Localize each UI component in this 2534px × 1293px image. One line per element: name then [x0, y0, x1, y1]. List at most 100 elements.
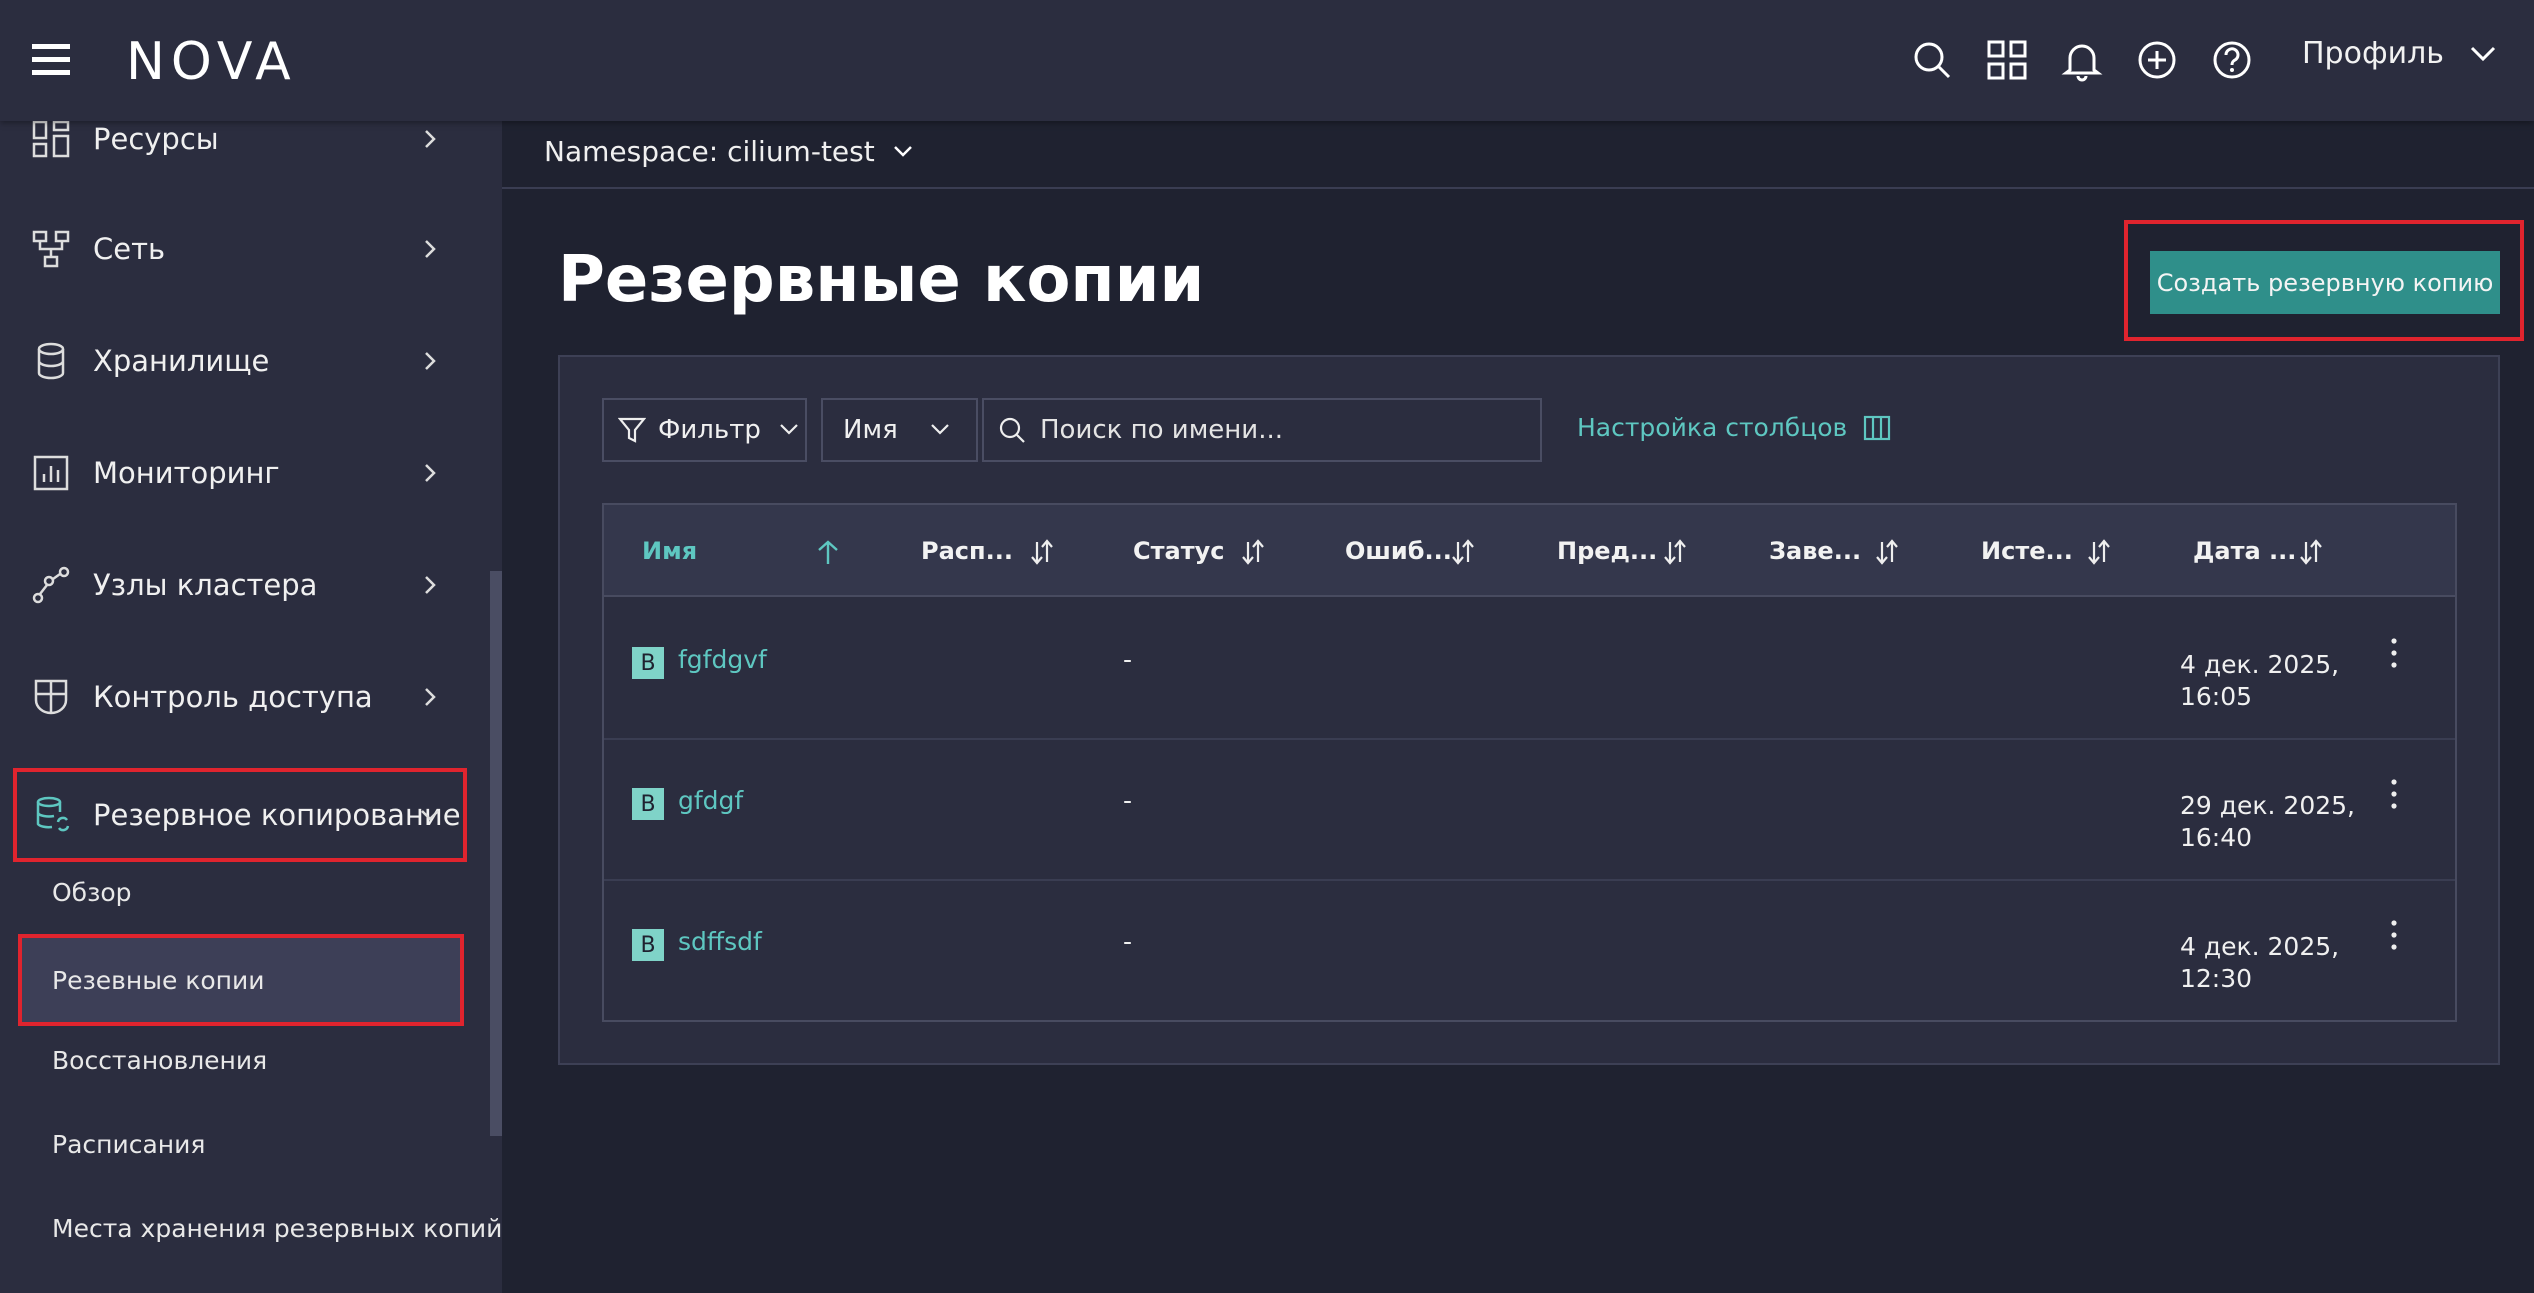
backup-badge: B [632, 647, 664, 679]
backup-date: 4 дек. 2025, 12:30 [2180, 931, 2380, 995]
sidebar-item-monitoring[interactable]: Мониторинг [0, 433, 470, 513]
top-bar: NOVA Профиль [0, 0, 2534, 121]
sidebar-item-label: Контроль доступа [93, 680, 373, 714]
filter-button[interactable]: Фильтр [602, 398, 807, 462]
backup-icon [36, 796, 70, 832]
kebab-menu-icon[interactable] [2379, 776, 2409, 816]
hamburger-menu-icon[interactable] [32, 42, 70, 78]
add-icon[interactable] [2135, 38, 2179, 82]
search-box [982, 398, 1542, 462]
column-header-label: Ошиб... [1345, 537, 1452, 565]
network-icon [32, 230, 70, 268]
backup-date-line2: 16:05 [2180, 682, 2253, 711]
namespace-bar: Namespace: cilium-test [502, 121, 2534, 189]
column-header-warnings[interactable]: Пред... [1557, 505, 1757, 597]
cluster-nodes-icon [32, 566, 70, 604]
sidebar-subitem-schedules[interactable]: Расписания [22, 1104, 460, 1184]
sidebar-item-network[interactable]: Сеть [0, 209, 470, 289]
sidebar-item-backup[interactable]: Резервное копирование [13, 768, 467, 862]
sort-icon [2088, 539, 2110, 565]
field-select-value: Имя [843, 415, 898, 445]
profile-label: Профиль [2302, 36, 2444, 71]
backup-badge: B [632, 929, 664, 961]
search-input[interactable] [1038, 414, 1518, 446]
column-header-label: Дата ... [2193, 537, 2297, 565]
backup-status: - [1123, 927, 1133, 956]
sidebar-subitem-backups[interactable]: Резевные копии [18, 934, 464, 1026]
sidebar-item-storage[interactable]: Хранилище [0, 321, 470, 401]
kebab-menu-icon[interactable] [2379, 635, 2409, 675]
bell-icon[interactable] [2060, 38, 2104, 82]
search-icon[interactable] [1910, 38, 1954, 82]
backup-date-line1: 4 дек. 2025, [2180, 650, 2340, 679]
sidebar-subitem-storage-locations[interactable]: Места хранения резервных копий [22, 1188, 502, 1268]
profile-menu[interactable]: Профиль [2302, 36, 2496, 71]
table-row: B sdffsdf - 4 дек. 2025, 12:30 [604, 881, 2455, 1022]
backup-date: 4 дек. 2025, 16:05 [2180, 649, 2380, 713]
help-icon[interactable] [2210, 38, 2254, 82]
column-header-expires[interactable]: Исте... [1981, 505, 2181, 597]
nova-logo[interactable]: NOVA [126, 32, 297, 92]
sidebar: Ресурсы Сеть Хранилище Мониторинг Узлы к… [0, 120, 502, 1293]
column-header-label: Пред... [1557, 537, 1658, 565]
sidebar-item-cluster-nodes[interactable]: Узлы кластера [0, 545, 470, 625]
sidebar-item-label: Мониторинг [93, 456, 280, 490]
table-row: B gfdgf - 29 дек. 2025, 16:40 [604, 740, 2455, 881]
column-header-date[interactable]: Дата ... [2193, 505, 2393, 597]
sidebar-item-label: Хранилище [93, 344, 270, 378]
backup-date-line1: 29 дек. 2025, [2180, 791, 2355, 820]
column-header-name[interactable]: Имя [642, 505, 842, 597]
column-header-status[interactable]: Статус [1133, 505, 1333, 597]
chevron-down-icon [2470, 46, 2496, 61]
sidebar-item-label: Узлы кластера [93, 568, 318, 602]
chevron-down-icon [421, 810, 439, 821]
sidebar-subitem-restores[interactable]: Восстановления [22, 1020, 460, 1100]
column-header-schedule[interactable]: Расп... [921, 505, 1121, 597]
column-header-label: Имя [642, 537, 698, 565]
monitoring-icon [33, 455, 69, 491]
column-header-completed[interactable]: Заве... [1769, 505, 1969, 597]
backup-date-line2: 12:30 [2180, 964, 2253, 993]
backup-badge: B [632, 788, 664, 820]
chevron-right-icon [425, 240, 436, 258]
column-header-label: Статус [1133, 537, 1225, 565]
sidebar-subitem-overview[interactable]: Обзор [22, 852, 460, 932]
sort-icon [1242, 539, 1264, 565]
filter-icon [618, 417, 646, 443]
sort-icon [1031, 539, 1053, 565]
namespace-selector[interactable]: Namespace: cilium-test [544, 135, 913, 168]
chevron-down-icon [893, 145, 912, 157]
sidebar-scrollbar[interactable] [490, 571, 502, 1136]
sort-icon [2300, 539, 2322, 565]
sort-icon [1876, 539, 1898, 565]
kebab-menu-icon[interactable] [2379, 917, 2409, 957]
backup-date: 29 дек. 2025, 16:40 [2180, 790, 2380, 854]
field-select[interactable]: Имя [821, 398, 978, 462]
namespace-label: Namespace: cilium-test [544, 135, 875, 168]
sort-icon [1452, 539, 1474, 565]
access-control-icon [34, 679, 68, 715]
backup-name-link[interactable]: sdffsdf [678, 927, 762, 956]
resources-icon [32, 120, 70, 158]
storage-icon [37, 342, 65, 380]
create-backup-button[interactable]: Создать резервную копию [2150, 251, 2500, 314]
chevron-right-icon [425, 352, 436, 370]
top-icons [1910, 38, 2285, 82]
sidebar-item-access-control[interactable]: Контроль доступа [0, 657, 470, 737]
column-header-errors[interactable]: Ошиб... [1345, 505, 1545, 597]
backup-name-link[interactable]: gfdgf [678, 786, 743, 815]
table-row: B fgfdgvf - 4 дек. 2025, 16:05 [604, 599, 2455, 740]
table-header: Имя Расп... Статус Ошиб... Пред... Заве.… [604, 505, 2455, 597]
column-header-label: Расп... [921, 537, 1013, 565]
chevron-right-icon [425, 576, 436, 594]
chevron-down-icon [931, 424, 949, 435]
chevron-down-icon [780, 424, 798, 435]
sort-ascending-icon [818, 540, 838, 564]
apps-icon[interactable] [1985, 38, 2029, 82]
column-settings-link[interactable]: Настройка столбцов [1577, 413, 1891, 442]
backup-name-link[interactable]: fgfdgvf [678, 645, 767, 674]
sidebar-item-label: Резервное копирование [93, 798, 461, 832]
backups-table: Имя Расп... Статус Ошиб... Пред... Заве.… [602, 503, 2457, 1022]
columns-icon [1864, 415, 1891, 440]
backup-date-line1: 4 дек. 2025, [2180, 932, 2340, 961]
